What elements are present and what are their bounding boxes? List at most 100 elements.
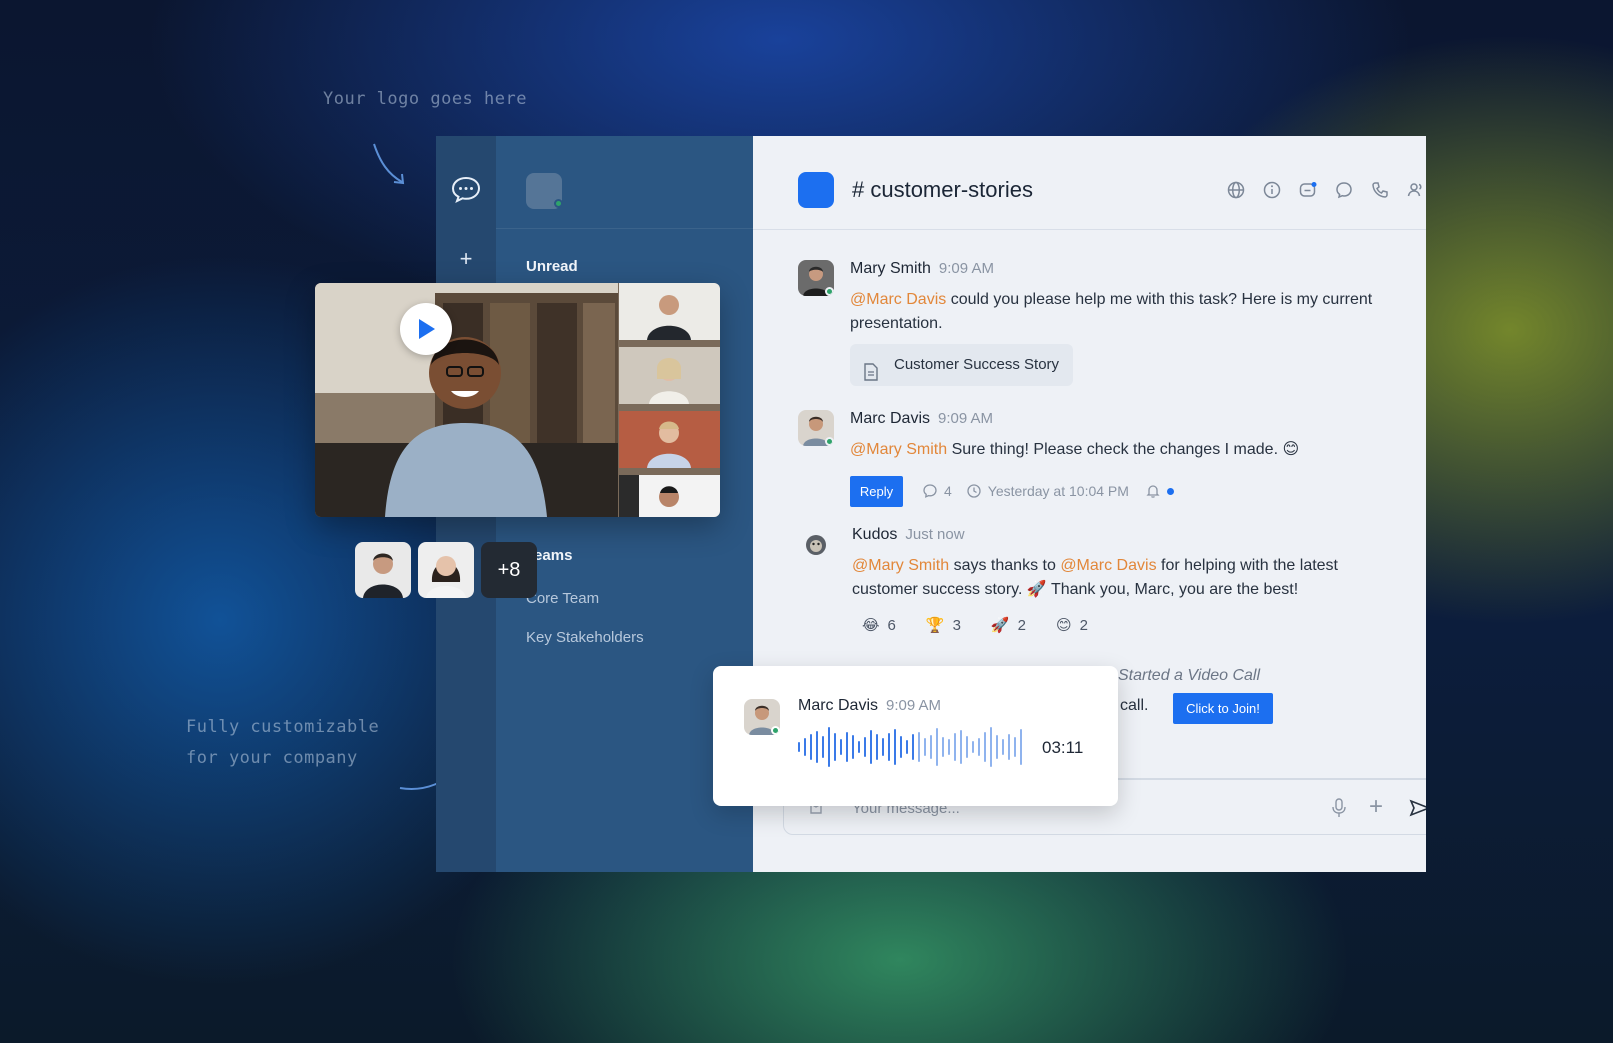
reaction-emoji: 🏆 [925,617,945,634]
waveform-bar [894,729,896,765]
waveform-bar [972,741,974,753]
reaction-count: 2 [1079,616,1088,634]
globe-icon[interactable] [1226,180,1246,200]
waveform-bar [816,731,818,763]
customizable-note-line1: Fully customizable [186,717,380,737]
avatar[interactable] [798,260,834,296]
avatar[interactable] [744,699,780,735]
voice-message-card: Marc Davis 9:09 AM 03:11 [713,666,1118,806]
message-body: @Marc Davis could you please help me wit… [850,288,1406,336]
online-status-dot [825,287,834,296]
logo-note: Your logo goes here [323,89,527,109]
reaction-emoji: 😂 [862,617,880,634]
message-text: says thanks to [949,557,1061,574]
phone-icon[interactable] [1370,180,1390,200]
participant-video[interactable] [619,283,720,345]
participant-video[interactable] [619,347,720,409]
message-time: Just now [905,526,965,543]
participant-avatar[interactable] [418,542,474,598]
sidebar-item-key-stakeholders[interactable]: Key Stakeholders [526,629,644,646]
waveform-bar [828,727,830,767]
reaction-laughing[interactable]: 😂 6 [862,616,896,635]
waveform-bar [960,730,962,764]
waveform-bar [900,736,902,758]
waveform-bar [822,736,824,758]
info-icon[interactable] [1262,180,1282,200]
message-mary-smith: Mary Smith 9:09 AM @Marc Davis could you … [798,260,1406,390]
audio-duration: 03:11 [1042,738,1084,757]
waveform-bar [966,736,968,758]
participant-avatar[interactable] [355,542,411,598]
channel-avatar [798,172,834,208]
attachment-customer-success-story[interactable]: Customer Success Story [850,344,1074,386]
sidebar-section-unread[interactable]: Unread [526,258,578,275]
avatar[interactable] [798,410,834,446]
workspace-avatar[interactable] [526,173,563,209]
thread-time: Yesterday at 10:04 PM [987,483,1129,499]
play-button[interactable] [400,303,452,355]
waveform-bar [1008,734,1010,760]
video-call-card[interactable] [315,283,720,517]
author-name[interactable]: Mary Smith [850,260,931,277]
waveform-bar [870,730,872,764]
bell-icon[interactable] [1145,483,1161,499]
message-time: 9:09 AM [938,410,994,427]
reply-button[interactable]: Reply [850,476,903,507]
waveform-bar [948,739,950,755]
online-status-dot [771,726,780,735]
reaction-emoji: 🚀 [990,617,1010,634]
waveform-bar [864,737,866,757]
mention-link[interactable]: @Mary Smith [850,441,947,458]
waveform-bar [936,728,938,766]
message-header: Mary Smith 9:09 AM [850,260,994,278]
mention-link[interactable]: @Mary Smith [852,557,949,574]
waveform-bar [882,738,884,756]
message-header: Marc Davis 9:09 AM [798,697,941,715]
main-video-feed[interactable] [315,283,618,517]
audio-waveform[interactable] [798,724,1028,770]
logo-arrow-icon [373,143,405,185]
notification-chat-icon[interactable] [1298,180,1318,200]
add-workspace-button[interactable]: + [449,242,483,276]
reaction-trophy[interactable]: 🏆 3 [925,616,961,635]
author-name[interactable]: Marc Davis [798,697,878,714]
reaction-count: 2 [1017,616,1026,634]
reaction-rocket[interactable]: 🚀 2 [990,616,1026,635]
customizable-note-line2: for your company [186,748,358,768]
waveform-bar [840,739,842,755]
author-name[interactable]: Kudos [852,526,897,543]
thread-meta: 4 Yesterday at 10:04 PM [922,483,1174,499]
message-header: Kudos Just now [852,526,965,544]
participant-video[interactable] [619,475,720,517]
waveform-bar [978,738,980,756]
avatar[interactable] [798,526,834,562]
more-participants-badge[interactable]: +8 [481,542,537,598]
microphone-icon[interactable] [1329,797,1349,819]
waveform-bar [798,742,800,752]
join-call-button[interactable]: Click to Join! [1173,693,1273,724]
mention-link[interactable]: @Marc Davis [850,291,946,308]
play-icon [419,319,435,339]
chat-logo-icon[interactable] [449,172,483,206]
message-kudos: Kudos Just now @Mary Smith says thanks to… [798,526,1406,646]
reaction-smile[interactable]: 😊 2 [1056,616,1088,635]
waveform-bar [942,737,944,757]
waveform-bar [924,738,926,756]
add-attachment-icon[interactable]: + [1365,795,1387,819]
unread-dot [1166,487,1174,495]
participant-video[interactable] [619,411,720,473]
header-actions [1226,180,1426,200]
waveform-bar [954,733,956,761]
reaction-count: 6 [887,616,896,634]
members-icon[interactable] [1406,180,1426,200]
mention-link[interactable]: @Marc Davis [1060,557,1156,574]
author-name[interactable]: Marc Davis [850,410,930,427]
message-marc-davis: Marc Davis 9:09 AM @Mary Smith Sure thing… [798,410,1406,510]
chat-bubble-icon[interactable] [1334,180,1354,200]
waveform-bar [984,732,986,762]
waveform-bar [1002,739,1004,755]
comment-icon[interactable] [922,483,938,499]
waveform-bar [930,735,932,759]
send-icon[interactable] [1409,797,1426,819]
waveform-bar [918,732,920,762]
